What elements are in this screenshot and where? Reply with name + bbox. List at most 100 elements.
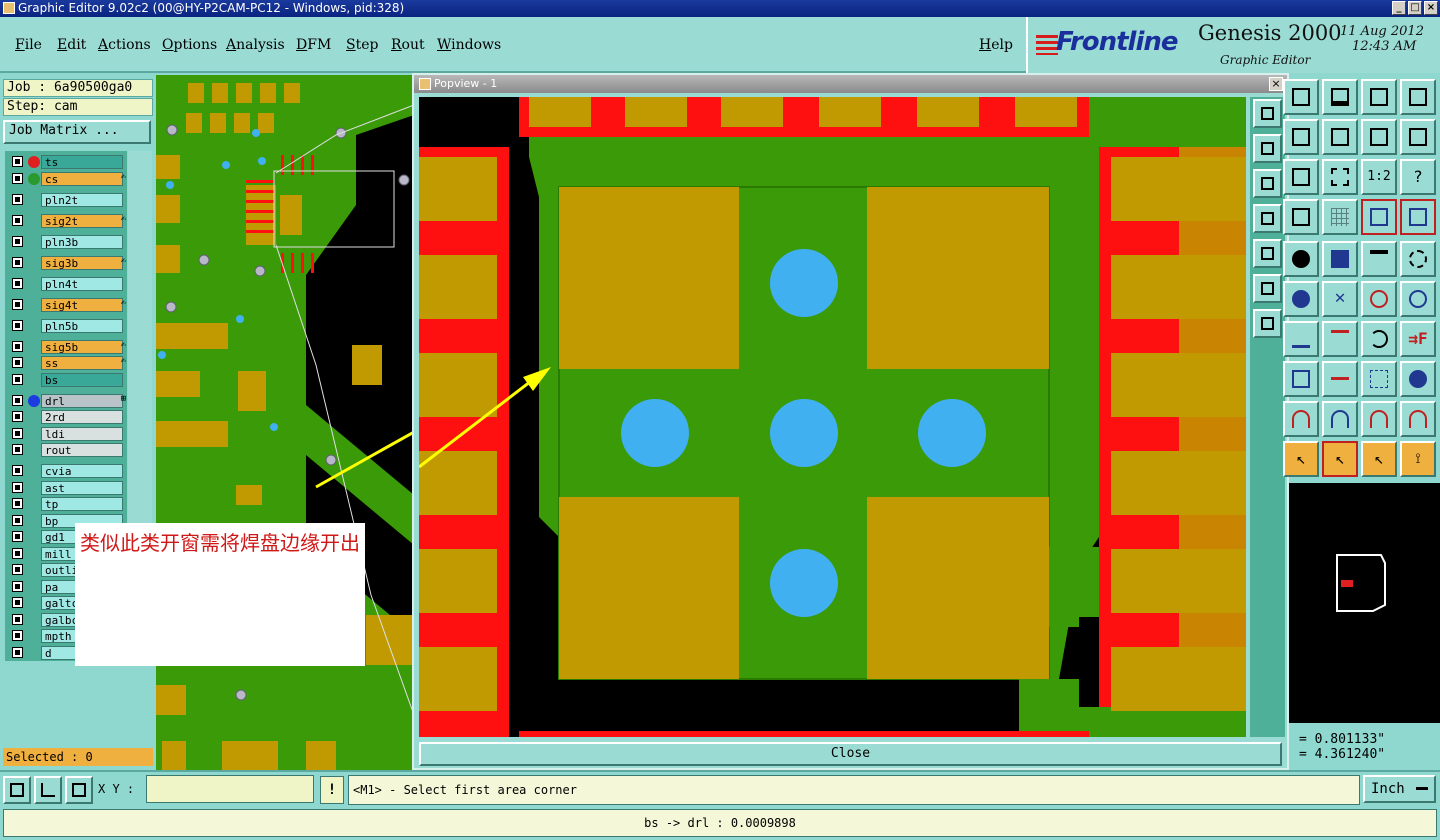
layer-name[interactable]: ast [41, 480, 123, 495]
layer-checkbox[interactable] [12, 373, 23, 385]
tool-arc-c[interactable] [1361, 401, 1397, 437]
tool-home[interactable] [1361, 79, 1397, 115]
angle-mode-button[interactable] [34, 776, 62, 804]
layer-name[interactable]: pln3b [41, 234, 123, 249]
tool-arc-b[interactable] [1322, 401, 1358, 437]
layer-row[interactable]: cs ✍ [8, 171, 128, 186]
tool-move-pad-2[interactable] [1400, 281, 1436, 317]
layer-name[interactable]: ts [41, 155, 123, 169]
tool-help[interactable]: ? [1400, 159, 1436, 195]
layer-row[interactable]: ast [8, 480, 128, 495]
tool-slash[interactable] [1322, 321, 1358, 357]
tool-group[interactable] [1400, 361, 1436, 397]
layer-checkbox[interactable] [12, 172, 23, 184]
tool-select-box[interactable]: ↖ [1322, 441, 1358, 477]
layer-checkbox[interactable] [12, 564, 23, 575]
layer-name[interactable]: pln2t [41, 192, 123, 207]
layer-row[interactable]: sig5b ✍ [8, 339, 128, 354]
tool-fit[interactable] [1283, 159, 1319, 195]
layer-name[interactable]: pln4t [41, 276, 123, 291]
layer-name[interactable]: sig5b [41, 339, 123, 354]
layer-name[interactable]: sig3b [41, 255, 123, 270]
layer-name[interactable]: sig2t [41, 213, 123, 228]
xy-input[interactable] [146, 775, 314, 803]
tool-flip[interactable]: ⇉F [1400, 321, 1436, 357]
layer-checkbox[interactable] [12, 630, 23, 641]
layer-name[interactable]: rout [41, 443, 123, 457]
layer-name[interactable]: cs [41, 171, 123, 186]
layer-row[interactable]: sig4t ✍ [8, 297, 128, 312]
tool-angle[interactable] [1283, 321, 1319, 357]
tool-net-select[interactable] [1361, 199, 1397, 235]
layer-name[interactable]: ldi [41, 426, 123, 441]
layer-checkbox[interactable] [12, 256, 23, 268]
tool-dot[interactable] [1400, 241, 1436, 277]
layer-checkbox[interactable] [12, 298, 23, 310]
layer-checkbox[interactable] [12, 531, 23, 542]
tool-connect[interactable] [1283, 281, 1319, 317]
layer-row[interactable]: pln4t [8, 276, 128, 291]
layer-checkbox[interactable] [12, 340, 23, 352]
layer-checkbox[interactable] [12, 214, 23, 226]
tool-arc-a[interactable] [1283, 401, 1319, 437]
tool-window[interactable] [1400, 79, 1436, 115]
layer-checkbox[interactable] [12, 193, 23, 205]
close-window-button[interactable]: × [1424, 1, 1438, 15]
minimize-button[interactable]: _ [1392, 1, 1406, 15]
menu-windows[interactable]: Windows [437, 37, 501, 53]
layer-checkbox[interactable] [12, 427, 23, 439]
tool-redraw[interactable] [1361, 119, 1397, 155]
popview-close-icon[interactable]: × [1269, 77, 1283, 91]
layer-name[interactable]: pln5b [41, 318, 123, 333]
tool-move-copy[interactable] [1283, 361, 1319, 397]
grid-snap-button[interactable] [65, 776, 93, 804]
overview-map[interactable] [1289, 483, 1440, 723]
layer-row[interactable]: 2rd [8, 410, 128, 424]
tool-resize[interactable] [1322, 361, 1358, 397]
layer-checkbox[interactable] [12, 514, 23, 526]
menu-file[interactable]: File [15, 37, 42, 53]
snap-mode-button[interactable] [3, 776, 31, 804]
layer-checkbox[interactable] [12, 481, 23, 493]
layer-row[interactable]: bs [8, 372, 128, 387]
job-matrix-button[interactable]: Job Matrix ... [3, 120, 151, 144]
layer-name[interactable]: drl [41, 393, 123, 408]
popview-close-button[interactable]: Close [419, 742, 1282, 766]
pop-pan-right-button[interactable] [1253, 239, 1282, 268]
tool-cross[interactable]: ✕ [1322, 281, 1358, 317]
layer-checkbox[interactable] [12, 498, 23, 509]
layer-row[interactable]: cvia [8, 464, 128, 478]
menu-edit[interactable]: Edit [57, 37, 86, 53]
layer-row[interactable]: pln3b [8, 234, 128, 249]
tool-grid[interactable] [1322, 199, 1358, 235]
layer-checkbox[interactable] [12, 465, 23, 476]
layer-row[interactable]: ldi [8, 426, 128, 441]
pop-zoom-in-button[interactable] [1253, 134, 1282, 163]
tool-rotate[interactable] [1361, 321, 1397, 357]
tool-net-highlight[interactable] [1400, 199, 1436, 235]
layer-checkbox[interactable] [12, 394, 23, 406]
layer-name[interactable]: cvia [41, 464, 123, 478]
tool-zoom-down[interactable] [1322, 79, 1358, 115]
tool-scale-1-2[interactable]: 1:2 [1361, 159, 1397, 195]
layer-checkbox[interactable] [12, 277, 23, 289]
tool-arc-d[interactable] [1400, 401, 1436, 437]
tool-select-area[interactable]: ↖ [1361, 441, 1397, 477]
layer-checkbox[interactable] [12, 580, 23, 592]
layer-row[interactable]: pln2t [8, 192, 128, 207]
tool-pan-right[interactable] [1322, 119, 1358, 155]
layer-row[interactable]: tp [8, 497, 128, 511]
tool-center[interactable] [1322, 159, 1358, 195]
layer-checkbox[interactable] [12, 646, 23, 658]
pop-pan-left-button[interactable] [1253, 204, 1282, 233]
layer-checkbox[interactable] [12, 597, 23, 608]
pop-zoom-out-button[interactable] [1253, 169, 1282, 198]
menu-dfm[interactable]: DFM [296, 37, 331, 53]
tool-move-pad[interactable] [1361, 281, 1397, 317]
unit-selector[interactable]: Inch [1363, 775, 1436, 803]
tool-select-net[interactable]: ⟟ [1400, 441, 1436, 477]
layer-checkbox[interactable] [12, 357, 23, 368]
menu-options[interactable]: Options [162, 37, 217, 53]
layer-checkbox[interactable] [12, 547, 23, 559]
layer-row[interactable]: sig2t ✍ [8, 213, 128, 228]
